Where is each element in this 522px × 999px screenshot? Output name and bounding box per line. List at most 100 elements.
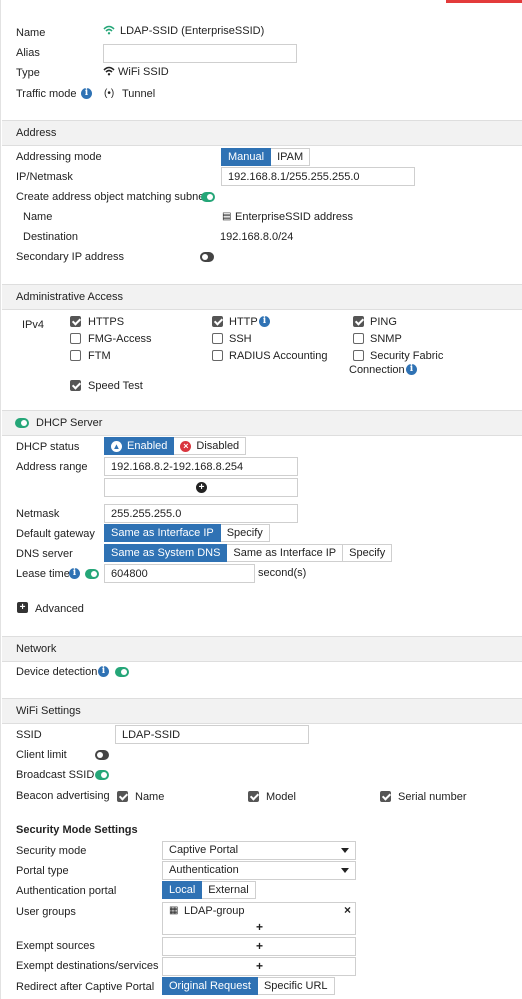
gateway-same-as-interface-button[interactable]: Same as Interface IP: [104, 524, 221, 542]
user-group-icon: ▦: [169, 905, 179, 916]
info-icon[interactable]: i: [98, 666, 109, 677]
create-address-object-toggle[interactable]: [201, 192, 215, 202]
beacon-name-checkbox[interactable]: [117, 791, 128, 802]
secondary-ip-label: Secondary IP address: [16, 251, 125, 263]
exempt-sources-label: Exempt sources: [16, 940, 95, 952]
destination-label: Destination: [23, 231, 79, 243]
dhcp-enabled-button[interactable]: ▲ Enabled: [104, 437, 175, 455]
dns-server-label: DNS server: [16, 548, 73, 560]
snmp-checkbox[interactable]: [353, 333, 364, 344]
info-icon[interactable]: i: [259, 316, 270, 327]
wifi-icon: [103, 25, 115, 35]
dhcp-section-header: DHCP Server: [2, 410, 522, 436]
admin-access-section-header: Administrative Access: [2, 284, 522, 310]
address-range-input[interactable]: [104, 457, 298, 476]
alias-input[interactable]: [103, 44, 297, 63]
redirect-toggle: Original Request Specific URL: [162, 977, 335, 995]
security-mode-settings-title: Security Mode Settings: [16, 824, 138, 836]
broadcast-ssid-label: Broadcast SSID: [16, 769, 95, 781]
add-plus-icon[interactable]: +: [256, 921, 263, 933]
ping-checkbox[interactable]: [353, 316, 364, 327]
device-detection-toggle[interactable]: [115, 667, 129, 677]
http-checkbox[interactable]: [212, 316, 223, 327]
ip-netmask-label: IP/Netmask: [16, 171, 73, 183]
speed-test-label: Speed Test: [88, 380, 143, 392]
expand-plus-icon[interactable]: +: [17, 602, 28, 613]
auth-portal-local-button[interactable]: Local: [162, 881, 203, 899]
beacon-model-checkbox[interactable]: [248, 791, 259, 802]
dns-server-toggle: Same as System DNS Same as Interface IP …: [104, 544, 393, 562]
https-checkbox[interactable]: [70, 316, 81, 327]
ssh-checkbox[interactable]: [212, 333, 223, 344]
https-label: HTTPS: [88, 316, 125, 328]
beacon-serial-checkbox[interactable]: [380, 791, 391, 802]
exempt-sources-field[interactable]: +: [162, 937, 356, 956]
beacon-name-label: Name: [135, 791, 165, 803]
add-plus-icon: +: [256, 959, 264, 973]
top-accent-bar: [446, 0, 522, 3]
netmask-input[interactable]: [104, 504, 298, 523]
remove-x-icon[interactable]: ×: [344, 903, 351, 917]
ip-netmask-input[interactable]: [221, 167, 415, 186]
arrow-up-icon: ▲: [111, 441, 122, 452]
security-mode-dropdown[interactable]: Captive Portal: [162, 841, 356, 860]
lease-time-input[interactable]: [104, 564, 255, 583]
dns-same-as-interface-button[interactable]: Same as Interface IP: [227, 544, 344, 562]
redirect-specific-url-button[interactable]: Specific URL: [257, 977, 335, 995]
portal-type-value: Authentication: [169, 864, 239, 876]
lease-time-label: Lease time: [16, 568, 70, 580]
addressing-mode-manual-button[interactable]: Manual: [221, 148, 272, 166]
snmp-label: SNMP: [370, 333, 402, 345]
lease-time-toggle[interactable]: [85, 569, 99, 579]
address-range-label: Address range: [16, 461, 88, 473]
alias-label: Alias: [16, 47, 40, 59]
add-plus-icon: +: [256, 939, 264, 953]
exempt-destinations-field[interactable]: +: [162, 957, 356, 976]
default-gateway-toggle: Same as Interface IP Specify: [104, 524, 270, 542]
redirect-original-request-button[interactable]: Original Request: [162, 977, 258, 995]
radius-accounting-checkbox[interactable]: [212, 350, 223, 361]
broadcast-icon: (•): [104, 88, 115, 99]
fmg-access-checkbox[interactable]: [70, 333, 81, 344]
address-object-icon: ▤: [222, 211, 232, 222]
ssid-input[interactable]: [115, 725, 309, 744]
object-name-value: EnterpriseSSID address: [235, 211, 353, 223]
gateway-specify-button[interactable]: Specify: [220, 524, 270, 542]
security-mode-label: Security mode: [16, 845, 87, 857]
auth-portal-toggle: Local External: [162, 881, 256, 899]
broadcast-ssid-toggle[interactable]: [95, 770, 109, 780]
client-limit-toggle[interactable]: [95, 750, 109, 760]
security-fabric-label-line2: Connection: [349, 364, 405, 376]
info-icon[interactable]: i: [81, 88, 92, 99]
secondary-ip-toggle[interactable]: [200, 252, 214, 262]
traffic-mode-value: Tunnel: [122, 88, 156, 100]
name-value: LDAP-SSID (EnterpriseSSID): [120, 25, 265, 37]
dhcp-server-toggle[interactable]: [15, 418, 29, 428]
wifi-type-icon: [103, 66, 115, 76]
ipv4-label: IPv4: [22, 319, 45, 331]
auth-portal-external-button[interactable]: External: [202, 881, 256, 899]
dns-specify-button[interactable]: Specify: [343, 544, 393, 562]
dns-same-as-system-button[interactable]: Same as System DNS: [104, 544, 228, 562]
user-group-value: LDAP-group: [184, 905, 245, 917]
portal-type-label: Portal type: [16, 865, 69, 877]
security-fabric-checkbox[interactable]: [353, 350, 364, 361]
auth-portal-label: Authentication portal: [16, 885, 117, 897]
dhcp-disabled-button[interactable]: × Disabled: [174, 437, 247, 455]
client-limit-label: Client limit: [16, 749, 67, 761]
address-range-add-row[interactable]: +: [104, 478, 298, 497]
ftm-checkbox[interactable]: [70, 350, 81, 361]
info-icon[interactable]: i: [406, 364, 417, 375]
network-section-header: Network: [2, 636, 522, 662]
type-label: Type: [16, 67, 40, 79]
redirect-label: Redirect after Captive Portal: [16, 981, 155, 993]
info-icon[interactable]: i: [69, 568, 80, 579]
addressing-mode-ipam-button[interactable]: IPAM: [271, 148, 311, 166]
ftm-label: FTM: [88, 350, 111, 362]
beacon-serial-label: Serial number: [398, 791, 467, 803]
portal-type-dropdown[interactable]: Authentication: [162, 861, 356, 880]
wifi-settings-section-header: WiFi Settings: [2, 698, 522, 724]
user-groups-field[interactable]: ▦ LDAP-group × +: [162, 902, 356, 935]
speed-test-checkbox[interactable]: [70, 380, 81, 391]
advanced-toggle-label[interactable]: Advanced: [35, 602, 84, 616]
